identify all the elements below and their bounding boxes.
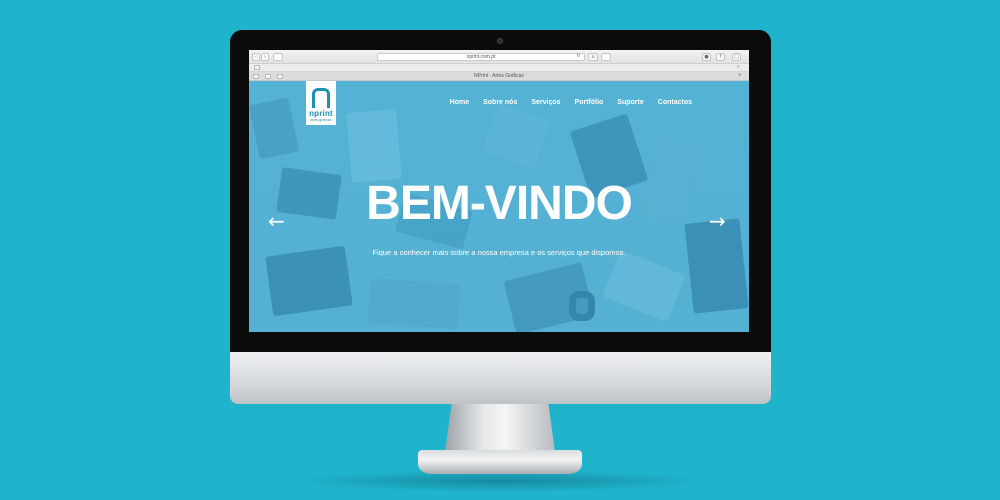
logo-wordmark: nprint xyxy=(309,109,333,118)
monitor-stand-neck xyxy=(445,404,555,452)
download-icon[interactable]: ● xyxy=(702,53,711,61)
reading-list-icon[interactable] xyxy=(254,65,260,70)
nav-suporte[interactable]: Suporte xyxy=(617,99,643,106)
tab-title[interactable]: NPrint - Artes Gráficas xyxy=(249,73,749,80)
logo-tagline: artes gráficas xyxy=(310,118,332,122)
monitor-chin xyxy=(230,352,771,404)
logo-n-mark xyxy=(312,88,330,108)
monitor-stand-foot xyxy=(418,450,582,474)
nav-portfolio[interactable]: Portfólio xyxy=(575,99,604,106)
nav-servicos[interactable]: Serviços xyxy=(531,99,560,106)
hero-headline: BEM-VINDO xyxy=(366,177,633,230)
new-tab-icon[interactable]: + xyxy=(738,73,744,79)
tab-bar: NPrint - Artes Gráficas + xyxy=(249,72,749,81)
next-arrow-icon[interactable]: → xyxy=(709,211,726,231)
prev-arrow-icon[interactable]: ← xyxy=(268,211,285,231)
main-nav: Home Sobre nós Serviços Portfólio Suport… xyxy=(450,99,692,106)
overflow-icon[interactable]: » xyxy=(737,65,744,70)
bookmarks-bar: » xyxy=(249,64,749,72)
browser-toolbar: ‹ › nprint.com.pt ↻ ⌂ ● ↑ ▢ xyxy=(249,50,749,64)
tabs-icon[interactable]: ▢ xyxy=(732,53,741,61)
home-icon[interactable]: ⌂ xyxy=(588,53,598,61)
print-icon[interactable] xyxy=(601,53,611,61)
webcam xyxy=(497,38,503,44)
screen: ‹ › nprint.com.pt ↻ ⌂ ● ↑ ▢ » NPrint - A… xyxy=(249,50,749,332)
nav-home[interactable]: Home xyxy=(450,99,469,106)
hero-subtitle: Fique a conhecer mais sobre a nossa empr… xyxy=(372,248,626,257)
sidebar-icon[interactable] xyxy=(273,53,283,61)
share-icon[interactable]: ↑ xyxy=(716,53,725,61)
address-text: nprint.com.pt xyxy=(466,54,496,60)
hero-slider: nprint artes gráficas Home Sobre nós Ser… xyxy=(249,81,749,332)
reload-icon[interactable]: ↻ xyxy=(575,53,582,61)
address-bar[interactable]: nprint.com.pt xyxy=(377,53,585,61)
back-icon[interactable]: ‹ xyxy=(252,53,260,61)
nav-contactos[interactable]: Contactos xyxy=(658,99,692,106)
forward-icon[interactable]: › xyxy=(261,53,269,61)
nav-sobre-nos[interactable]: Sobre nós xyxy=(483,99,517,106)
nprint-logo[interactable]: nprint artes gráficas xyxy=(306,81,336,125)
